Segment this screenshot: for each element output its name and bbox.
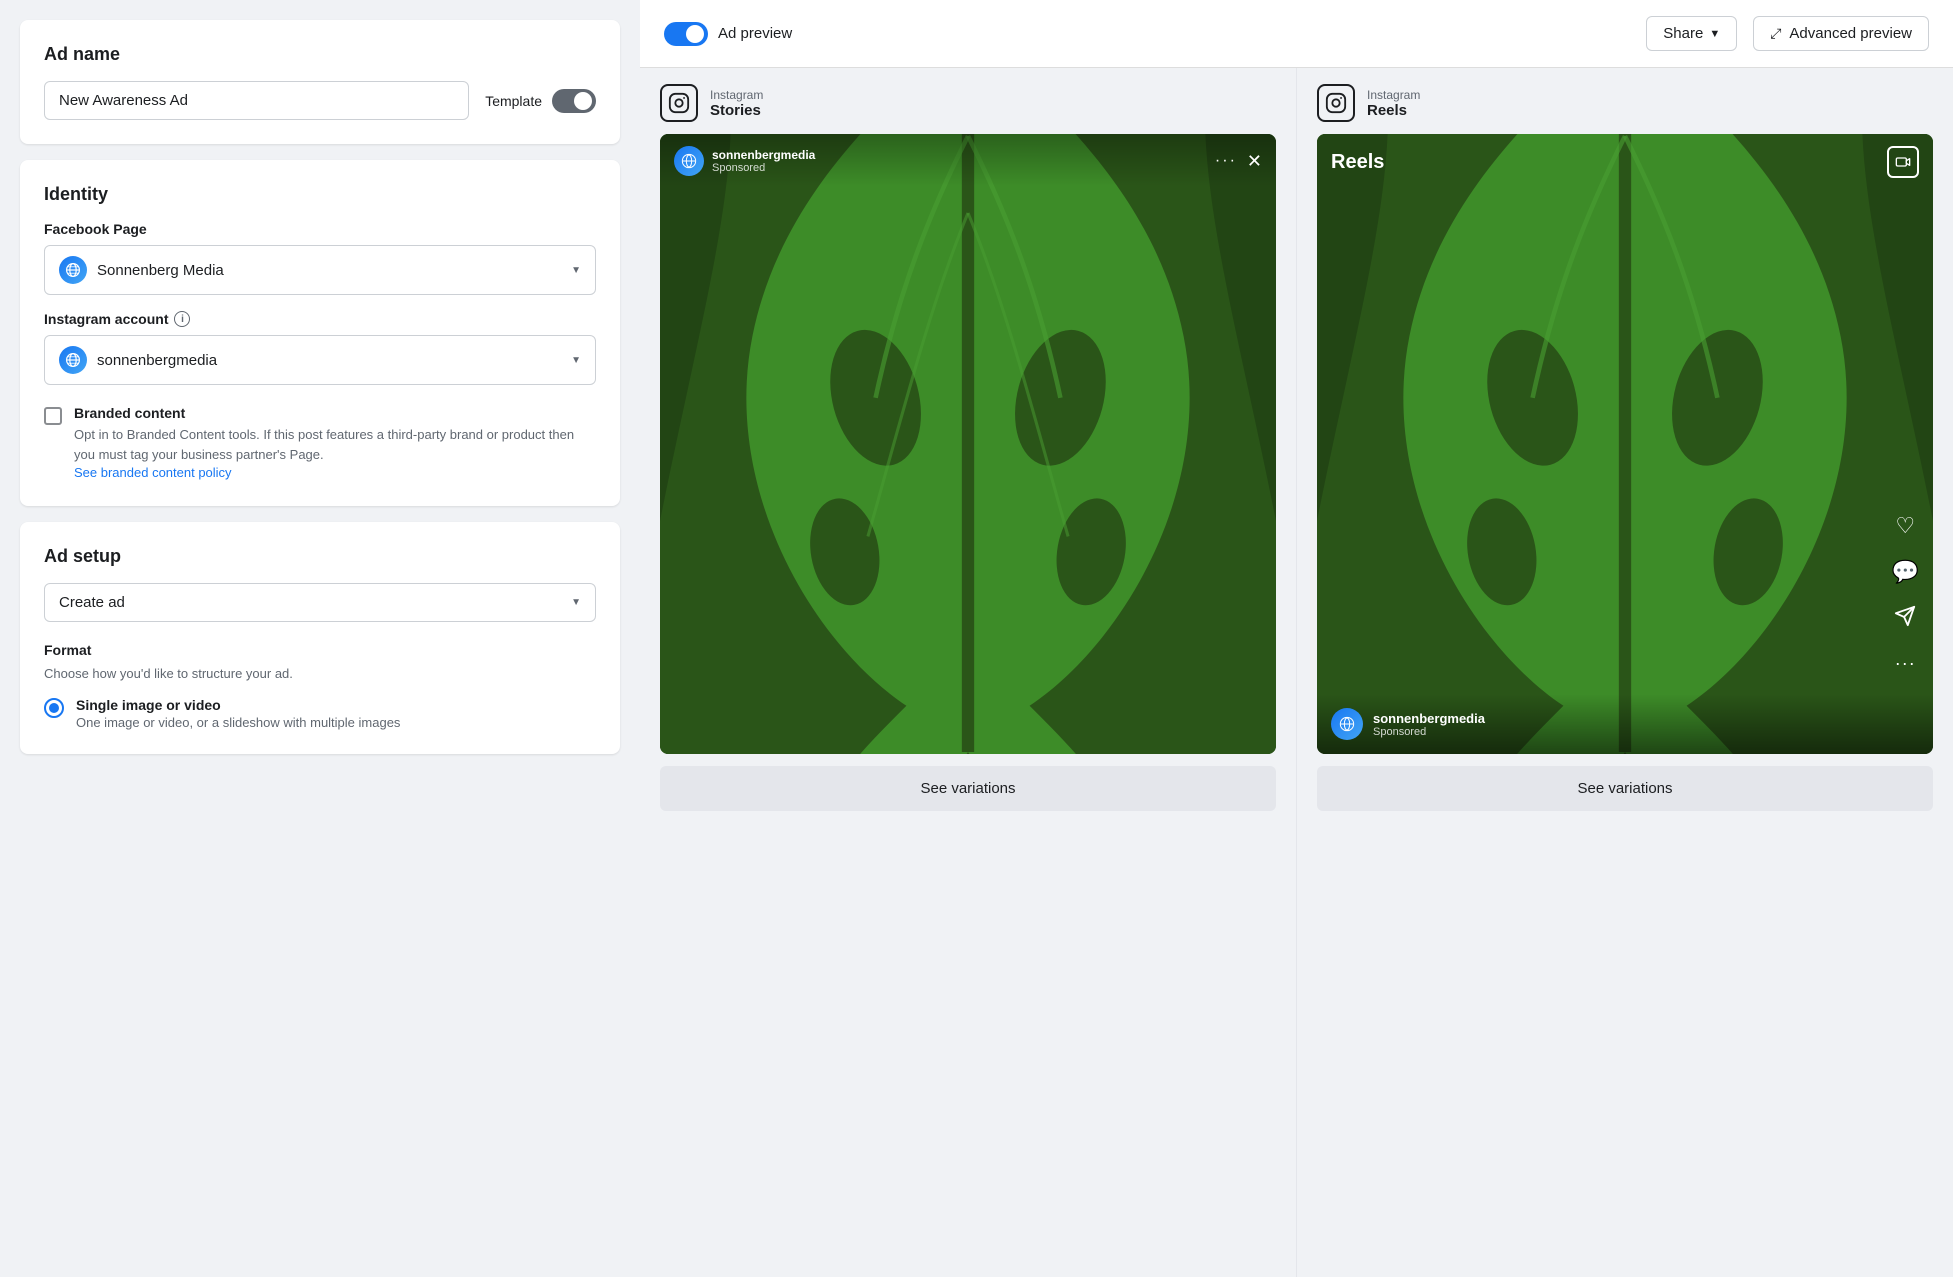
stories-user-info: sonnenbergmedia Sponsored xyxy=(674,146,815,176)
facebook-page-value: Sonnenberg Media xyxy=(97,262,224,279)
stories-see-variations-button[interactable]: See variations xyxy=(660,766,1276,811)
stories-preview-card: sonnenbergmedia Sponsored ··· ✕ xyxy=(660,134,1276,754)
ad-name-input[interactable] xyxy=(44,81,469,120)
facebook-page-icon xyxy=(59,256,87,284)
single-image-radio[interactable] xyxy=(44,698,64,718)
template-toggle-group: Template xyxy=(485,89,596,113)
reels-overlay-top: Reels xyxy=(1331,146,1919,178)
reels-platform-name: Instagram xyxy=(1367,88,1420,102)
share-label: Share xyxy=(1663,25,1703,42)
stories-avatar xyxy=(674,146,704,176)
expand-icon: ⤢ xyxy=(1770,25,1781,42)
stories-actions: ··· ✕ xyxy=(1215,151,1262,172)
reels-bottom-info: sonnenbergmedia Sponsored xyxy=(1317,694,1933,754)
branded-content-row: Branded content Opt in to Branded Conten… xyxy=(44,405,596,482)
single-image-radio-inner xyxy=(49,703,59,713)
format-section: Format Choose how you'd like to structur… xyxy=(44,642,596,730)
reels-share-icon[interactable] xyxy=(1894,605,1916,633)
previews-area: Instagram Stories xyxy=(640,68,1953,1277)
instagram-account-label: Instagram account xyxy=(44,311,168,327)
ad-name-title: Ad name xyxy=(44,44,596,65)
reels-comment-icon[interactable]: 💬 xyxy=(1892,559,1919,585)
reels-more-icon[interactable]: ··· xyxy=(1895,653,1916,674)
facebook-page-dropdown[interactable]: Sonnenberg Media ▼ xyxy=(44,245,596,295)
ad-preview-label: Ad preview xyxy=(718,25,792,42)
reels-user-text: sonnenbergmedia Sponsored xyxy=(1373,711,1485,738)
ad-setup-dropdown[interactable]: Create ad ▼ xyxy=(44,583,596,622)
preview-header: Ad preview Share ▼ ⤢ Advanced preview xyxy=(640,0,1953,68)
instagram-account-arrow: ▼ xyxy=(571,355,581,366)
single-image-text-group: Single image or video One image or video… xyxy=(76,697,400,730)
stories-user-text: sonnenbergmedia Sponsored xyxy=(712,148,815,174)
advanced-preview-label: Advanced preview xyxy=(1789,25,1912,42)
instagram-account-icon xyxy=(59,346,87,374)
format-desc: Choose how you'd like to structure your … xyxy=(44,666,596,681)
ad-setup-arrow: ▼ xyxy=(571,597,581,608)
stories-leaf-bg xyxy=(660,134,1276,754)
share-button[interactable]: Share ▼ xyxy=(1646,16,1737,51)
right-panel: Ad preview Share ▼ ⤢ Advanced preview xyxy=(640,0,1953,1277)
reels-platform-type: Reels xyxy=(1367,102,1420,119)
branded-content-label: Branded content xyxy=(74,405,596,421)
stories-column: Instagram Stories xyxy=(640,68,1297,1277)
reels-sponsored: Sponsored xyxy=(1373,726,1485,738)
reels-label: Reels xyxy=(1331,151,1384,174)
branded-content-policy-link[interactable]: See branded content policy xyxy=(74,465,232,480)
ad-setup-title: Ad setup xyxy=(44,546,596,567)
stories-platform-type: Stories xyxy=(710,102,763,119)
reels-platform-info: Instagram Reels xyxy=(1367,88,1420,119)
ad-preview-toggle[interactable] xyxy=(664,22,708,46)
reels-heart-icon[interactable]: ♡ xyxy=(1895,513,1915,539)
share-arrow-icon: ▼ xyxy=(1709,28,1720,40)
branded-content-description: Opt in to Branded Content tools. If this… xyxy=(74,425,596,464)
reels-leaf-bg xyxy=(1317,134,1933,754)
template-toggle[interactable] xyxy=(552,89,596,113)
reels-avatar xyxy=(1331,708,1363,740)
reels-column: Instagram Reels xyxy=(1297,68,1953,1277)
ad-setup-left: Create ad xyxy=(59,594,125,611)
reels-username: sonnenbergmedia xyxy=(1373,711,1485,726)
template-label: Template xyxy=(485,93,542,109)
ad-setup-card: Ad setup Create ad ▼ Format Choose how y… xyxy=(20,522,620,754)
reels-instagram-icon xyxy=(1317,84,1355,122)
reels-see-variations-button[interactable]: See variations xyxy=(1317,766,1933,811)
ad-setup-value: Create ad xyxy=(59,594,125,611)
stories-username: sonnenbergmedia xyxy=(712,148,815,162)
ad-name-card: Ad name Template xyxy=(20,20,620,144)
stories-overlay: sonnenbergmedia Sponsored ··· ✕ xyxy=(660,134,1276,186)
format-label: Format xyxy=(44,642,596,658)
facebook-page-arrow: ▼ xyxy=(571,265,581,276)
stories-platform-header: Instagram Stories xyxy=(640,68,1296,134)
branded-content-content: Branded content Opt in to Branded Conten… xyxy=(74,405,596,482)
single-image-desc: One image or video, or a slideshow with … xyxy=(76,715,400,730)
stories-platform-info: Instagram Stories xyxy=(710,88,763,119)
reels-camera-icon[interactable] xyxy=(1887,146,1919,178)
reels-right-actions: ♡ 💬 ··· xyxy=(1892,513,1919,674)
stories-sponsored: Sponsored xyxy=(712,162,815,174)
advanced-preview-button[interactable]: ⤢ Advanced preview xyxy=(1753,16,1929,51)
stories-more-icon[interactable]: ··· xyxy=(1215,152,1237,170)
stories-close-icon[interactable]: ✕ xyxy=(1247,151,1262,172)
stories-platform-name: Instagram xyxy=(710,88,763,102)
instagram-account-value: sonnenbergmedia xyxy=(97,352,217,369)
instagram-account-left: sonnenbergmedia xyxy=(59,346,217,374)
ad-preview-toggle-group: Ad preview xyxy=(664,22,1630,46)
instagram-info-icon[interactable]: i xyxy=(174,311,190,327)
stories-instagram-icon xyxy=(660,84,698,122)
reels-platform-header: Instagram Reels xyxy=(1297,68,1953,134)
facebook-page-label: Facebook Page xyxy=(44,221,596,237)
left-panel: Ad name Template Identity Facebook Page xyxy=(0,0,640,1277)
identity-card: Identity Facebook Page Sonnenberg Media … xyxy=(20,160,620,506)
facebook-page-left: Sonnenberg Media xyxy=(59,256,224,284)
ad-name-row: Template xyxy=(44,81,596,120)
identity-title: Identity xyxy=(44,184,596,205)
reels-preview-card: Reels ♡ 💬 xyxy=(1317,134,1933,754)
single-image-option[interactable]: Single image or video One image or video… xyxy=(44,697,596,730)
single-image-label: Single image or video xyxy=(76,697,400,713)
branded-content-checkbox[interactable] xyxy=(44,407,62,425)
instagram-account-label-row: Instagram account i xyxy=(44,311,596,327)
instagram-account-dropdown[interactable]: sonnenbergmedia ▼ xyxy=(44,335,596,385)
